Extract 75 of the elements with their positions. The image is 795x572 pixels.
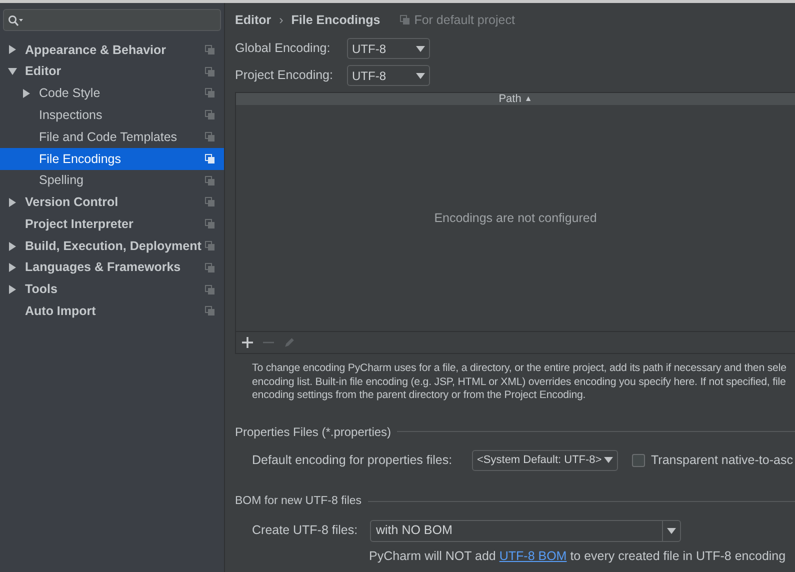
- tree-item-label: Build, Execution, Deployment: [25, 238, 202, 255]
- tree-item-label: Auto Import: [25, 303, 97, 320]
- checkbox[interactable]: [632, 454, 645, 466]
- expanded-arrow-icon[interactable]: [8, 67, 17, 76]
- dropdown[interactable]: with NO BOM: [370, 520, 681, 542]
- dropdown[interactable]: UTF-8: [347, 38, 430, 59]
- tree-item[interactable]: Code Style: [0, 82, 224, 104]
- copy-icon: [205, 44, 215, 55]
- tree-item[interactable]: Languages & Frameworks: [0, 256, 224, 279]
- field-label: Project Encoding:: [235, 67, 334, 84]
- tree-item[interactable]: Project Interpreter: [0, 213, 224, 236]
- tree-item[interactable]: Build, Execution, Deployment: [0, 235, 224, 257]
- copy-icon: [205, 88, 215, 98]
- breadcrumb-separator: ›: [279, 12, 284, 29]
- copy-icon: [205, 66, 215, 77]
- bom-link[interactable]: UTF-8 BOM: [499, 548, 567, 563]
- collapsed-arrow-icon[interactable]: [8, 242, 17, 251]
- copy-icon: [205, 176, 215, 186]
- copy-icon: [205, 262, 215, 273]
- dropdown-arrow-icon: [416, 46, 425, 52]
- tree-item[interactable]: Inspections: [0, 104, 224, 126]
- tree-item[interactable]: Auto Import: [0, 300, 224, 322]
- copy-icon: [205, 154, 215, 164]
- dropdown[interactable]: UTF-8: [347, 65, 430, 86]
- dropdown-arrow-icon: [416, 72, 425, 78]
- collapsed-arrow-icon[interactable]: [8, 45, 17, 54]
- tree-item[interactable]: Editor: [0, 60, 224, 83]
- copy-icon: [400, 15, 410, 25]
- copy-icon: [205, 284, 215, 295]
- dropdown-arrow-icon: [604, 457, 613, 463]
- dropdown[interactable]: <System Default: UTF-8>: [472, 450, 618, 470]
- checkbox-label: Transparent native-to-asc: [651, 452, 793, 469]
- copy-icon: [205, 306, 215, 316]
- tree-item[interactable]: Appearance & Behavior: [0, 39, 224, 61]
- copy-icon: [205, 132, 215, 142]
- section-title: Properties Files (*.properties): [235, 424, 392, 440]
- copy-icon: [205, 219, 215, 230]
- search-icon: [8, 14, 24, 26]
- bom-note: PyCharm will NOT add UTF-8 BOM to every created file in UTF-8 encoding: [369, 548, 786, 565]
- dropdown-arrow-icon: [667, 528, 676, 534]
- column-header[interactable]: Path ▲: [236, 93, 795, 105]
- tree-item[interactable]: Tools: [0, 278, 224, 301]
- tree-item-label: Code Style: [39, 85, 102, 102]
- page-title: File Encodings: [291, 12, 380, 29]
- breadcrumb-link[interactable]: Editor: [235, 10, 272, 30]
- collapsed-arrow-icon[interactable]: [8, 198, 17, 207]
- tree-item-label: Inspections: [39, 106, 104, 124]
- tree-item-label: File Encodings: [39, 150, 122, 168]
- tree-item[interactable]: File and Code Templates: [0, 126, 224, 148]
- tree-item-label: Languages & Frameworks: [25, 259, 182, 276]
- field-label: Create UTF-8 files:: [252, 522, 359, 540]
- scope-label: For default project: [414, 12, 515, 29]
- tree-item[interactable]: Version Control: [0, 192, 224, 214]
- tree-item-label: Tools: [25, 281, 58, 298]
- collapsed-arrow-icon[interactable]: [8, 285, 17, 294]
- tree-item-label: Appearance & Behavior: [25, 42, 168, 59]
- tree-item-label: Spelling: [39, 172, 84, 190]
- tree-item[interactable]: Spelling: [0, 170, 224, 192]
- field-label: Default encoding for properties files:: [252, 452, 454, 469]
- copy-icon: [205, 110, 215, 120]
- field-label: Global Encoding:: [235, 40, 332, 58]
- collapsed-arrow-icon[interactable]: [22, 88, 31, 98]
- tree-item-label: Project Interpreter: [25, 216, 134, 233]
- tree-item-label: Version Control: [25, 194, 120, 212]
- empty-message: Encodings are not configured: [434, 210, 597, 227]
- tree-item-label: Editor: [25, 63, 62, 80]
- copy-icon: [205, 197, 215, 208]
- section-title: BOM for new UTF-8 files: [235, 494, 362, 508]
- copy-icon: [205, 241, 215, 252]
- tree-item-label: File and Code Templates: [39, 128, 178, 146]
- add-icon[interactable]: [242, 337, 253, 348]
- tree-item[interactable]: File Encodings: [0, 148, 224, 170]
- search-field[interactable]: [3, 9, 221, 31]
- collapsed-arrow-icon[interactable]: [8, 263, 17, 272]
- description-text: To change encoding PyCharm uses for a file, a directory, or the entire project, add its path if necessary and then sele encoding list. Built-in file encoding (e.g. JSP, HTML or XML) overrides encoding you specify here. If not specified, file encoding settings from the parent directory or from the Project Encoding.: [251, 361, 788, 402]
